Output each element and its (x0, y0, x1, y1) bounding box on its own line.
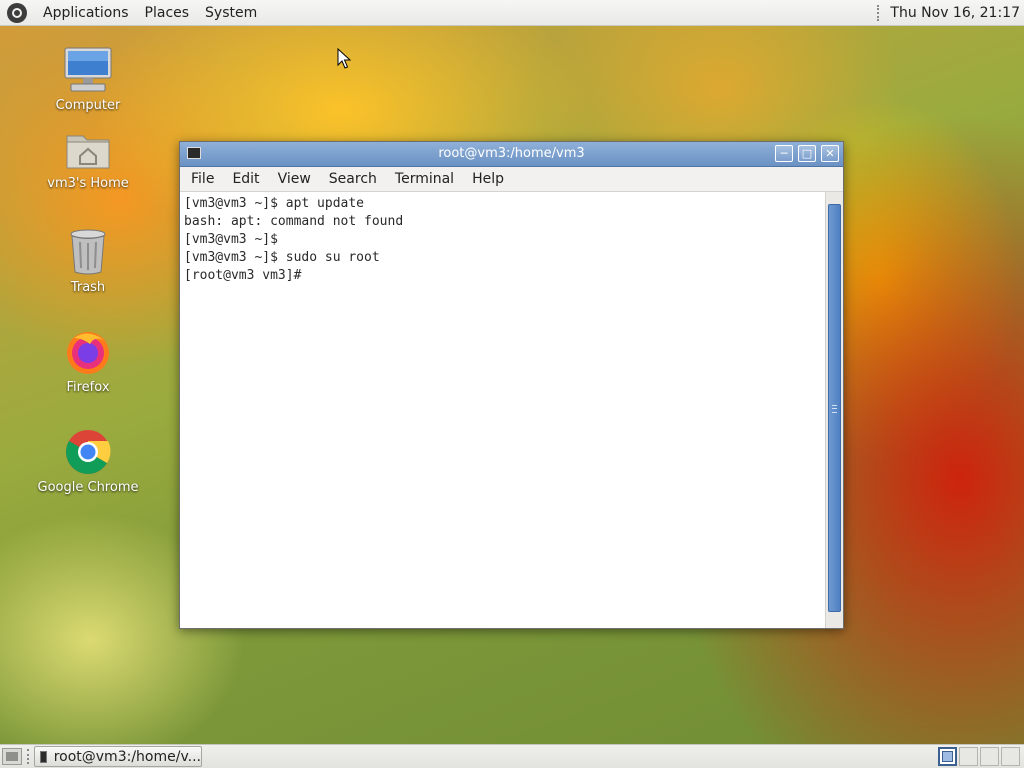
places-menu[interactable]: Places (137, 0, 198, 26)
menu-edit[interactable]: Edit (225, 171, 266, 187)
desktop-icon-label: Trash (70, 280, 106, 295)
clock-area: Thu Nov 16, 21:17 (877, 4, 1024, 21)
taskbar-button-terminal[interactable]: root@vm3:/home/v... (34, 746, 202, 767)
show-desktop-button[interactable] (2, 748, 22, 765)
terminal-line: [vm3@vm3 ~]$ apt update (184, 196, 365, 211)
workspace-4[interactable] (1001, 747, 1020, 766)
terminal-line: bash: apt: command not found (184, 214, 404, 229)
window-titlebar[interactable]: root@vm3:/home/vm3 ─ □ ✕ (180, 142, 843, 167)
desktop-icon-home[interactable]: vm3's Home (28, 128, 148, 191)
close-icon: ✕ (825, 147, 835, 160)
terminal-menubar: File Edit View Search Terminal Help (180, 167, 843, 192)
clock[interactable]: Thu Nov 16, 21:17 (890, 5, 1020, 21)
terminal-prompt: [root@vm3 vm3]# (184, 268, 302, 283)
terminal-line: [vm3@vm3 ~]$ (184, 232, 278, 247)
top-panel: Applications Places System Thu Nov 16, 2… (0, 0, 1024, 26)
desktop-icon-label: Computer (55, 98, 121, 113)
maximize-button[interactable]: □ (798, 145, 816, 162)
window-title: root@vm3:/home/vm3 (438, 146, 585, 161)
desktop-icon-trash[interactable]: Trash (28, 228, 148, 295)
workspace-2[interactable] (959, 747, 978, 766)
panel-handle[interactable] (27, 749, 29, 764)
workspace-3[interactable] (980, 747, 999, 766)
chrome-icon (66, 430, 111, 474)
desktop-icon-label: Firefox (66, 380, 110, 395)
trash-icon (70, 229, 106, 275)
taskbar-label: root@vm3:/home/v... (53, 748, 201, 765)
home-folder-icon (66, 135, 110, 169)
menu-search[interactable]: Search (322, 171, 384, 187)
desktop-icon-chrome[interactable]: Google Chrome (28, 428, 148, 495)
desktop-icon-label: Google Chrome (37, 480, 139, 495)
terminal-window[interactable]: root@vm3:/home/vm3 ─ □ ✕ File Edit View … (179, 141, 844, 629)
terminal-output[interactable]: [vm3@vm3 ~]$ apt update bash: apt: comma… (180, 192, 825, 628)
distro-logo-icon[interactable] (7, 2, 27, 23)
maximize-icon: □ (801, 147, 813, 160)
menu-view[interactable]: View (271, 171, 318, 187)
menu-help[interactable]: Help (465, 171, 511, 187)
scrollbar-thumb[interactable] (828, 204, 841, 612)
mouse-cursor-icon (337, 48, 351, 69)
system-menu[interactable]: System (197, 0, 265, 26)
terminal-line: [vm3@vm3 ~]$ sudo su root (184, 250, 380, 265)
minimize-button[interactable]: ─ (775, 145, 793, 162)
desktop-icon-firefox[interactable]: Firefox (28, 328, 148, 395)
menu-file[interactable]: File (184, 171, 221, 187)
vertical-scrollbar[interactable] (825, 192, 843, 628)
computer-icon (64, 47, 112, 92)
scroll-grip-icon (832, 405, 837, 413)
terminal-icon (40, 750, 47, 763)
menu-terminal[interactable]: Terminal (388, 171, 461, 187)
workspace-1[interactable] (938, 747, 957, 766)
applications-menu[interactable]: Applications (35, 0, 137, 26)
panel-handle[interactable] (877, 4, 882, 21)
bottom-panel: root@vm3:/home/v... (0, 744, 1024, 768)
desktop-icon-computer[interactable]: Computer (28, 46, 148, 113)
close-button[interactable]: ✕ (821, 145, 839, 162)
minimize-icon: ─ (780, 147, 788, 160)
firefox-icon (67, 332, 109, 374)
desktop-icon-label: vm3's Home (47, 176, 129, 191)
